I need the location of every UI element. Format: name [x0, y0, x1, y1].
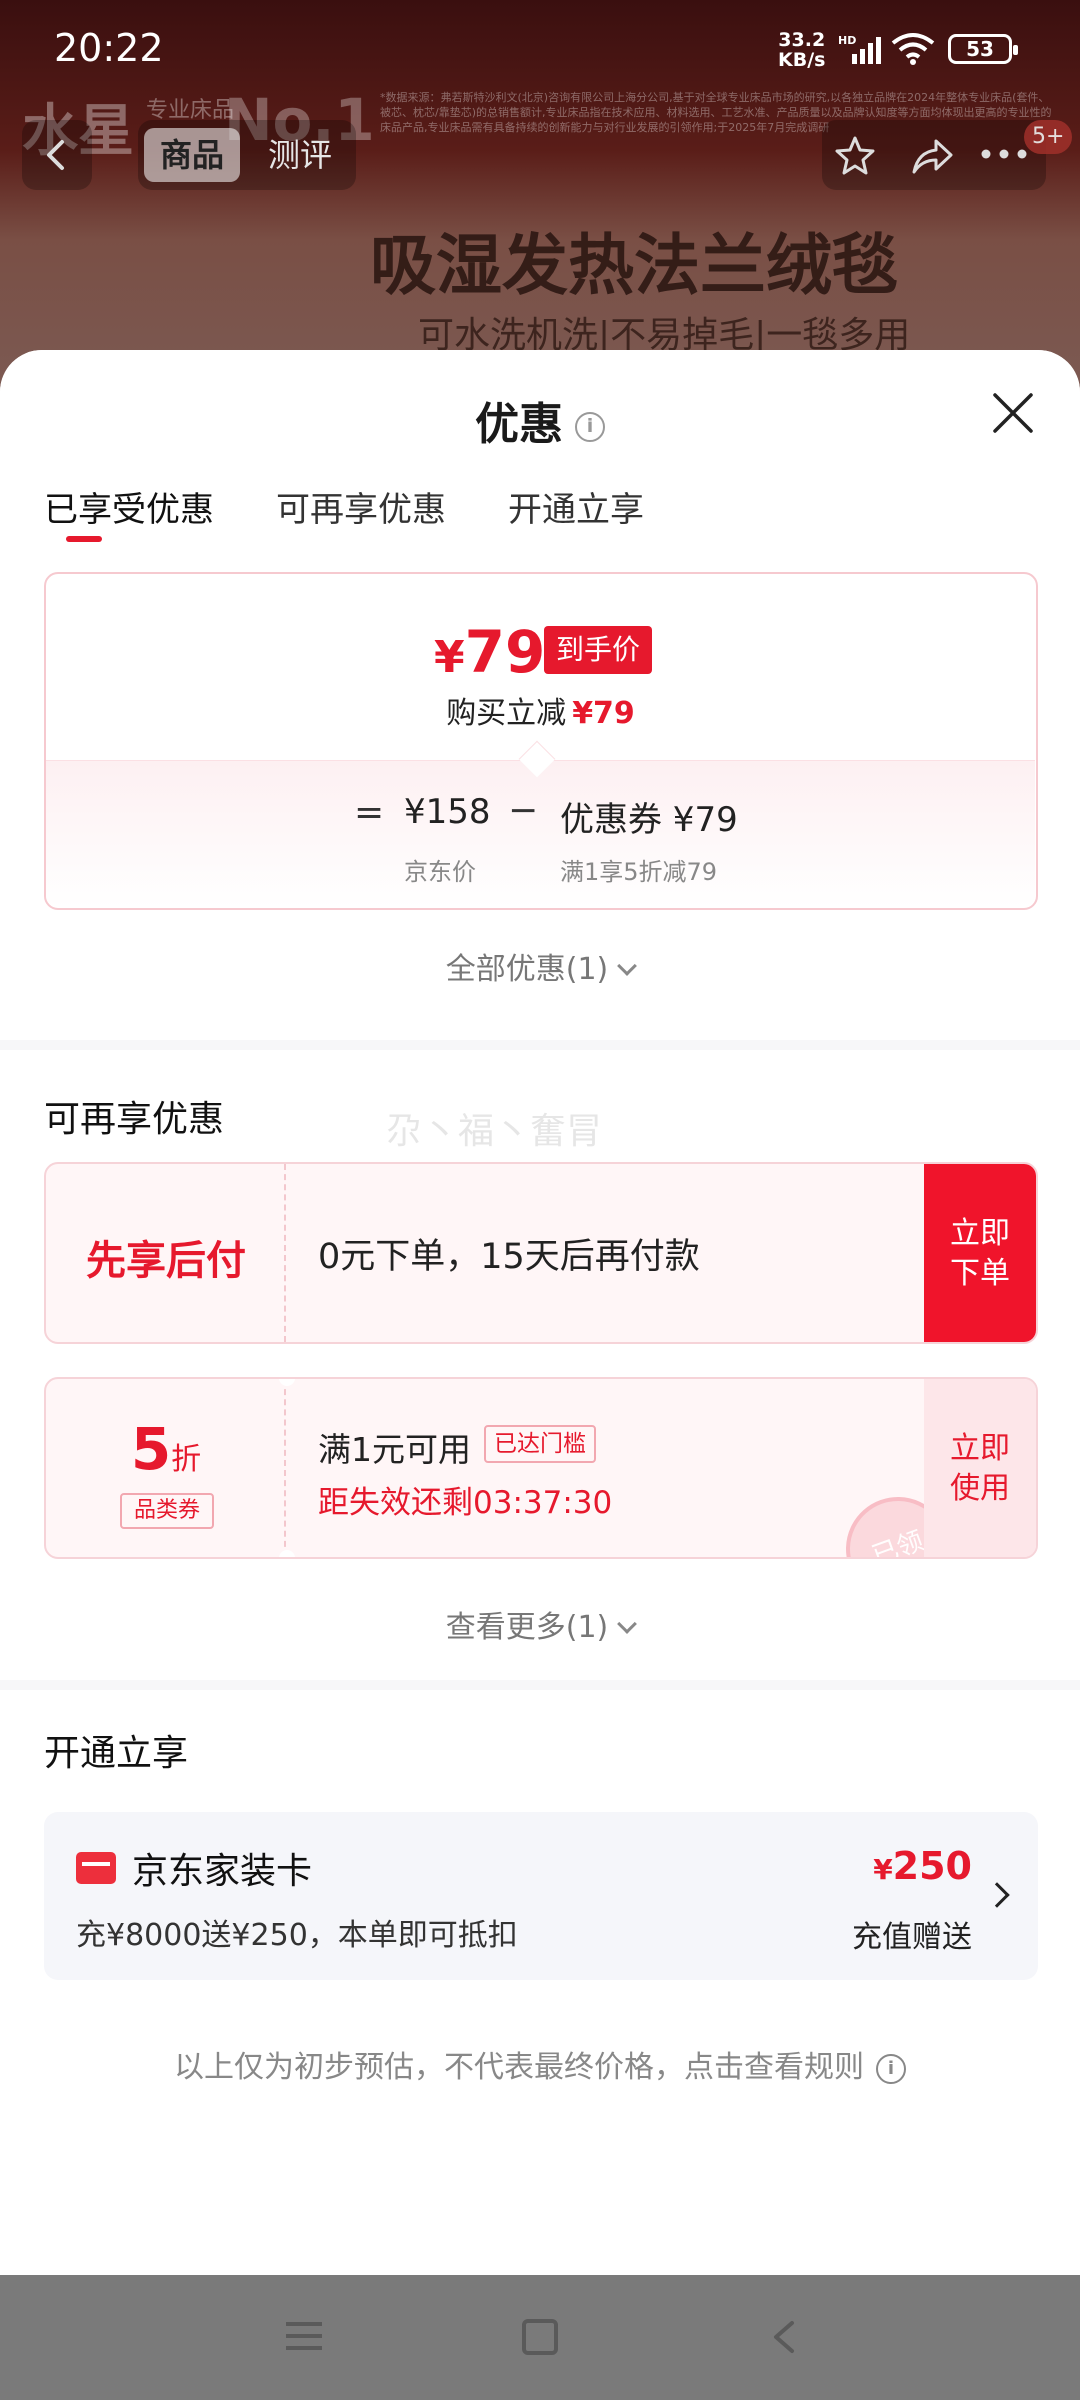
final-price-tag: 到手价: [544, 626, 653, 674]
network-speed: 33.2 KB/s: [778, 30, 825, 70]
wifi-icon: [891, 33, 935, 65]
net-speed-value: 33.2: [778, 29, 826, 51]
back-icon[interactable]: [766, 2319, 802, 2355]
top-actions: [822, 120, 1046, 190]
system-nav-bar: [0, 2275, 1080, 2400]
discount-tabs: 已享受优惠 可再享优惠 开通立享: [44, 482, 1044, 552]
svg-text:HD: HD: [838, 34, 856, 47]
use-now-button[interactable]: 立即 使用: [924, 1379, 1036, 1557]
jd-home-card[interactable]: 京东家装卡 充¥8000送¥250，本单即可抵扣 ¥250 充值赠送: [44, 1812, 1038, 1980]
order-now-line2: 下单: [950, 1256, 1010, 1291]
home-icon[interactable]: [522, 2319, 558, 2355]
coupon-value: 5折: [46, 1415, 286, 1483]
back-button[interactable]: [22, 120, 92, 190]
coupon-countdown: 距失效还剩03:37:30: [318, 1485, 613, 1521]
coupon-left: 5折 品类券: [46, 1379, 286, 1557]
use-now-line1: 立即: [950, 1431, 1010, 1466]
minus-sign: −: [508, 790, 539, 831]
pay-later-left: 先享后付: [46, 1164, 286, 1342]
net-speed-unit: KB/s: [778, 49, 826, 71]
coupon-deduction: 优惠券 ¥79: [560, 800, 738, 840]
more-icon[interactable]: [976, 142, 1032, 166]
final-price-value: 79: [464, 618, 546, 686]
active-tab-indicator: [66, 536, 102, 542]
menu-icon[interactable]: [286, 2319, 322, 2353]
sheet-title-text: 优惠: [475, 399, 563, 450]
reduce-label: 购买立减: [446, 696, 567, 731]
pay-later-offer[interactable]: 先享后付 0元下单，15天后再付款 立即 下单: [44, 1162, 1038, 1344]
tab-review[interactable]: 测评: [252, 128, 348, 182]
all-offers-label: 全部优惠(1): [445, 952, 609, 987]
card-amount-symbol: ¥: [873, 1853, 893, 1886]
info-icon[interactable]: i: [575, 412, 605, 442]
card-name: 京东家装卡: [132, 1851, 313, 1892]
tab-product[interactable]: 商品: [144, 128, 241, 182]
share-icon[interactable]: [906, 132, 956, 180]
enjoyed-discount-card: ¥79 到手价 购买立减 ¥79 = ¥158 − 优惠券 ¥79 京东价 满1享…: [44, 572, 1038, 910]
final-price: ¥79: [434, 618, 545, 686]
card-icon: [76, 1852, 116, 1884]
see-more-label: 查看更多(1): [445, 1610, 609, 1645]
jd-price-label: 京东价: [404, 858, 476, 886]
chevron-down-icon: [617, 1614, 638, 1634]
user-watermark: 尕丶福丶奮冐: [386, 1111, 603, 1152]
category-coupon[interactable]: 5折 品类券 满1元可用 已达门槛 距失效还剩03:37:30 已领 立即 使用: [44, 1377, 1038, 1559]
card-bonus-amount: ¥250: [873, 1844, 972, 1888]
pay-later-desc: 0元下单，15天后再付款: [318, 1237, 700, 1277]
card-amount-value: 250: [892, 1844, 972, 1888]
hero-title: 吸湿发热法兰绒毯: [370, 227, 898, 304]
chevron-down-icon: [617, 956, 638, 976]
info-icon[interactable]: i: [876, 2053, 906, 2084]
signal-icon: HD: [838, 34, 881, 64]
card-bonus-label: 充值赠送: [852, 1920, 972, 1955]
coupon-value-unit: 折: [171, 1442, 202, 1477]
tab-open-enjoy[interactable]: 开通立享: [508, 482, 644, 531]
tab-enjoyed[interactable]: 已享受优惠: [44, 482, 214, 531]
coupon-value-number: 5: [130, 1415, 172, 1483]
battery-indicator: 53: [948, 34, 1018, 64]
star-icon[interactable]: [830, 130, 880, 180]
discount-sheet: 优惠 i 已享受优惠 可再享优惠 开通立享 ¥79 到手价 购买立减 ¥79 = ¥…: [0, 350, 1080, 2275]
reduce-value: ¥79: [572, 696, 635, 731]
coupon-type: 品类券: [120, 1493, 214, 1529]
tab-more-offers[interactable]: 可再享优惠: [276, 482, 446, 531]
threshold-tag: 已达门槛: [484, 1425, 596, 1463]
coupon-notch-bottom: [279, 1550, 295, 1557]
all-offers-link[interactable]: 全部优惠(1): [0, 944, 1080, 988]
price-disclaimer[interactable]: 以上仅为初步预估，不代表最终价格，点击查看规则 i: [0, 2042, 1080, 2086]
order-now-button[interactable]: 立即 下单: [924, 1164, 1036, 1342]
more-offers-title: 可再享优惠: [44, 1099, 225, 1140]
card-desc: 充¥8000送¥250，本单即可抵扣: [76, 1918, 518, 1953]
coupon-rule: 满1享5折减79: [560, 858, 718, 886]
product-tabs: 商品 测评: [138, 120, 356, 190]
close-icon[interactable]: [990, 390, 1036, 436]
final-price-symbol: ¥: [434, 632, 465, 683]
see-more-link[interactable]: 查看更多(1): [0, 1602, 1080, 1646]
order-now-line1: 立即: [950, 1216, 1010, 1251]
pay-later-title: 先享后付: [86, 1238, 246, 1284]
coupon-condition: 满1元可用: [318, 1430, 471, 1469]
message-badge: 5+: [1024, 120, 1073, 154]
disclaimer-text: 以上仅为初步预估，不代表最终价格，点击查看规则: [174, 2050, 864, 2085]
sheet-header-area: 优惠 i 已享受优惠 可再享优惠 开通立享 ¥79 到手价 购买立减 ¥79 = ¥…: [0, 350, 1080, 1040]
status-bar: 20:22 33.2 KB/s HD 53: [0, 0, 1080, 100]
more-offers-section: 可再享优惠 尕丶福丶奮冐 先享后付 0元下单，15天后再付款 立即 下单 5折 …: [0, 1050, 1080, 1680]
equals-sign: =: [354, 792, 385, 833]
open-enjoy-title: 开通立享: [44, 1733, 189, 1774]
status-time: 20:22: [54, 26, 164, 70]
instant-reduction: 购买立减 ¥79: [46, 688, 1035, 732]
jd-price: ¥158: [404, 792, 491, 832]
use-now-line2: 使用: [950, 1471, 1010, 1506]
sheet-title: 优惠 i: [0, 388, 1080, 452]
chevron-right-icon[interactable]: [984, 1882, 1010, 1908]
back-icon: [47, 140, 64, 170]
price-formula: = ¥158 − 优惠券 ¥79 京东价 满1享5折减79: [46, 782, 1035, 902]
open-enjoy-section: 开通立享 京东家装卡 充¥8000送¥250，本单即可抵扣 ¥250 充值赠送: [0, 1690, 1080, 2275]
